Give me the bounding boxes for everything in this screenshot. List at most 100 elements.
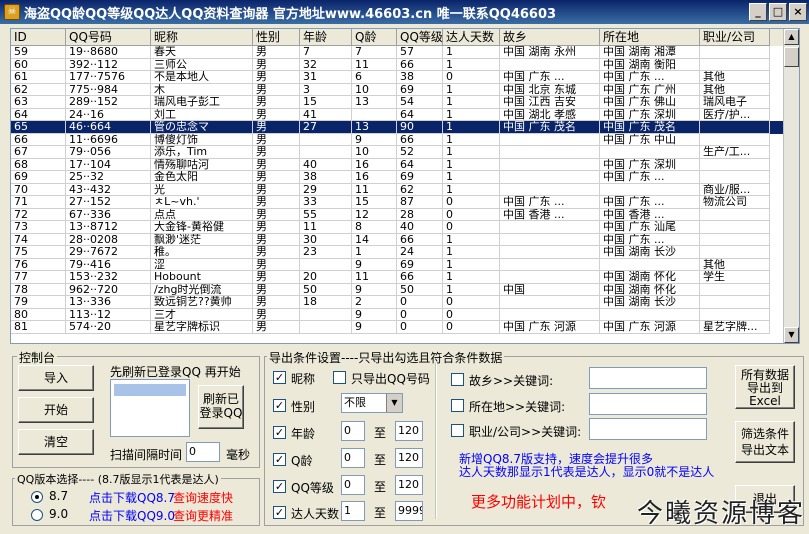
start-button[interactable]: 开始 xyxy=(18,397,94,423)
maximize-button[interactable]: □ xyxy=(769,3,787,21)
days-checkbox[interactable]: ✓ xyxy=(273,506,286,519)
table-row[interactable]: 66 11··6696 博傻灯饰男 9 66 1 中国 广东 中山 xyxy=(11,133,799,146)
qage-max-input[interactable]: 120 xyxy=(395,448,423,468)
hometown-checkbox[interactable] xyxy=(451,373,464,386)
table-cell: 飘渺'迷茫 xyxy=(151,233,253,246)
location-checkbox[interactable] xyxy=(451,399,464,412)
table-row[interactable]: 77 153··232 Hobount 男 20 11 66 1 中国 湖南 怀化 学生 xyxy=(11,271,799,284)
table-row[interactable]: 70 43··432 光男 29 11 62 1 商业/服... xyxy=(11,183,799,196)
results-table[interactable]: ID QQ号码 昵称 性别 年龄 Q龄 QQ等级 达人天数 故乡 所在地 职业/… xyxy=(10,28,800,344)
table-row[interactable]: 63 289··152 瑞风电子彭工男 15 13 54 1 中国 江西 吉安 中国 广东 佛山… xyxy=(11,96,799,109)
table-row[interactable]: 81 574··20 星艺字牌标识男 9 0 0 中国 广东 河源 中国 广东 河源 星艺字牌.… xyxy=(11,321,799,334)
job-input[interactable] xyxy=(589,418,707,440)
table-row[interactable]: 65 46··664 管の忠念マ男 27 13 90 1 中国 广东 茂名 中国 广东 茂名 xyxy=(11,121,799,134)
gender-checkbox[interactable]: ✓ xyxy=(273,399,286,412)
gender-select[interactable]: 不限 ▼ xyxy=(341,393,403,413)
minimize-button[interactable]: _ xyxy=(749,3,767,21)
table-cell: 点点 xyxy=(151,208,253,221)
age-checkbox[interactable]: ✓ xyxy=(273,426,286,439)
qq-list-item[interactable] xyxy=(114,384,186,396)
table-cell: 67 xyxy=(11,146,66,159)
table-row[interactable]: 74 28··0208 飘渺'迷茫男 30 14 66 1 中国 广东 ... xyxy=(11,233,799,246)
download-qq90-link[interactable]: 点击下载QQ9.0 xyxy=(89,507,175,524)
table-cell: 13··8712 xyxy=(66,221,151,234)
col-level[interactable]: QQ等级 xyxy=(397,29,443,46)
qage-min-input[interactable]: 0 xyxy=(341,448,365,468)
table-row[interactable]: 68 17··104 情殇聊咕河男 40 16 64 1 中国 广东 深圳 xyxy=(11,158,799,171)
export-excel-button[interactable]: 所有数据导出到Excel xyxy=(735,365,795,409)
table-cell: 1 xyxy=(443,108,500,121)
table-cell xyxy=(700,171,770,184)
table-cell: 中国 湖南 湘潭 xyxy=(600,46,700,59)
table-row[interactable]: 62 775··984 木男 3 10 69 1 中国 北京 东城 中国 广东 广州 其他 xyxy=(11,83,799,96)
table-cell: 1 xyxy=(443,146,500,159)
col-age[interactable]: 年龄 xyxy=(300,29,352,46)
level-checkbox[interactable]: ✓ xyxy=(273,480,286,493)
col-qage[interactable]: Q龄 xyxy=(352,29,397,46)
col-hometown[interactable]: 故乡 xyxy=(500,29,600,46)
table-cell: 66 xyxy=(397,271,443,284)
table-row[interactable]: 73 13··8712 大金锋-黄裕健男 11 8 40 0 中国 广东 汕尾 xyxy=(11,221,799,234)
table-cell: 中国 广东 ... xyxy=(600,196,700,209)
days-label: 达人天数 xyxy=(291,507,340,521)
table-cell: 1 xyxy=(443,96,500,109)
table-row[interactable]: 60 392··112 三师公男 32 11 66 1 中国 湖南 衡阳 xyxy=(11,58,799,71)
col-nickname[interactable]: 昵称 xyxy=(151,29,253,46)
scan-interval-input[interactable]: 0 xyxy=(186,442,220,462)
days-min-input[interactable]: 1 xyxy=(341,501,365,521)
table-row[interactable]: 67 79··056 添乐，Tim 男 10 52 1 生产/工... xyxy=(11,146,799,159)
col-days[interactable]: 达人天数 xyxy=(443,29,500,46)
table-row[interactable]: 71 27··152 ㅊL~vh.' 男 33 15 87 0 中国 广东 ... 中国 广东 .… xyxy=(11,196,799,209)
download-qq87-link[interactable]: 点击下载QQ8.7 xyxy=(89,489,175,506)
col-qq[interactable]: QQ号码 xyxy=(66,29,151,46)
col-job[interactable]: 职业/公司 xyxy=(700,29,770,46)
table-cell: 中国 湖南 长沙 xyxy=(600,246,700,259)
qage-checkbox[interactable]: ✓ xyxy=(273,453,286,466)
hometown-input[interactable] xyxy=(589,367,707,389)
table-cell: Hobount xyxy=(151,271,253,284)
table-row[interactable]: 59 19··8680 春天男 7 7 57 1 中国 湖南 永州 中国 湖南 湘潭 xyxy=(11,46,799,59)
table-row[interactable]: 79 13··336 致远铜艺??黄帅男 18 2 0 0 中国 湖南 长沙 xyxy=(11,296,799,309)
table-cell: 0 xyxy=(443,208,500,221)
level-min-input[interactable]: 0 xyxy=(341,475,365,495)
nickname-checkbox[interactable]: ✓ xyxy=(273,371,286,384)
table-row[interactable]: 72 67··336 点点男 55 12 28 0 中国 香港 ... 中国 香港 ... xyxy=(11,208,799,221)
import-button[interactable]: 导入 xyxy=(18,365,94,391)
table-row[interactable]: 78 962··720/zhg时光倒流男 50 9 50 1 中国 中国 湖南 怀化 xyxy=(11,283,799,296)
level-max-input[interactable]: 120 xyxy=(395,475,423,495)
table-row[interactable]: 76 79··416 涩男 9 69 1 其他 xyxy=(11,258,799,271)
table-cell xyxy=(700,296,770,309)
table-scrollbar[interactable]: ▲ ▼ xyxy=(783,29,799,343)
job-checkbox[interactable] xyxy=(451,424,464,437)
scroll-thumb[interactable] xyxy=(784,47,799,67)
days-max-input[interactable]: 9999 xyxy=(395,501,423,521)
clear-button[interactable]: 清空 xyxy=(18,429,94,455)
table-row[interactable]: 75 29··7672 稚。男 23 1 24 1 中国 湖南 长沙 xyxy=(11,246,799,259)
control-group: 控制台 导入 开始 清空 先刷新已登录QQ 再开始 刷新已登录QQ 扫描间隔时间… xyxy=(12,349,260,468)
age-max-input[interactable]: 120 xyxy=(395,421,423,441)
filter-export-button[interactable]: 筛选条件导出文本 xyxy=(735,421,795,463)
version-radio-90[interactable] xyxy=(31,509,43,521)
qq-list[interactable] xyxy=(110,379,190,437)
version-radio-87[interactable] xyxy=(31,491,43,503)
refresh-login-button[interactable]: 刷新已登录QQ xyxy=(198,385,244,429)
close-button[interactable]: × xyxy=(789,3,807,21)
table-row[interactable]: 61 177··7576 不是本地人男 31 6 38 0 中国 广东 ... 中国 广东 ..… xyxy=(11,71,799,84)
age-min-input[interactable]: 0 xyxy=(341,421,365,441)
col-id[interactable]: ID xyxy=(11,29,66,46)
col-location[interactable]: 所在地 xyxy=(600,29,700,46)
table-cell xyxy=(700,233,770,246)
table-cell: 8 xyxy=(352,221,397,234)
table-row[interactable]: 69 25··32 金色太阳男 38 16 69 1 中国 广东 ... xyxy=(11,171,799,184)
table-cell xyxy=(600,146,700,159)
chevron-down-icon[interactable]: ▼ xyxy=(386,394,402,412)
only-qq-checkbox[interactable] xyxy=(333,371,346,384)
scroll-up-icon[interactable]: ▲ xyxy=(784,29,799,45)
table-row[interactable]: 64 24··16 刘工男 41 64 1 中国 湖北 孝感 中国 广东 深圳 医疗/护... xyxy=(11,108,799,121)
scroll-down-icon[interactable]: ▼ xyxy=(784,327,799,343)
table-cell: 男 xyxy=(253,308,300,321)
location-input[interactable] xyxy=(589,393,707,415)
col-gender[interactable]: 性别 xyxy=(253,29,300,46)
table-row[interactable]: 80 113··12 三才男 9 0 0 xyxy=(11,308,799,321)
table-cell: 生产/工... xyxy=(700,146,770,159)
